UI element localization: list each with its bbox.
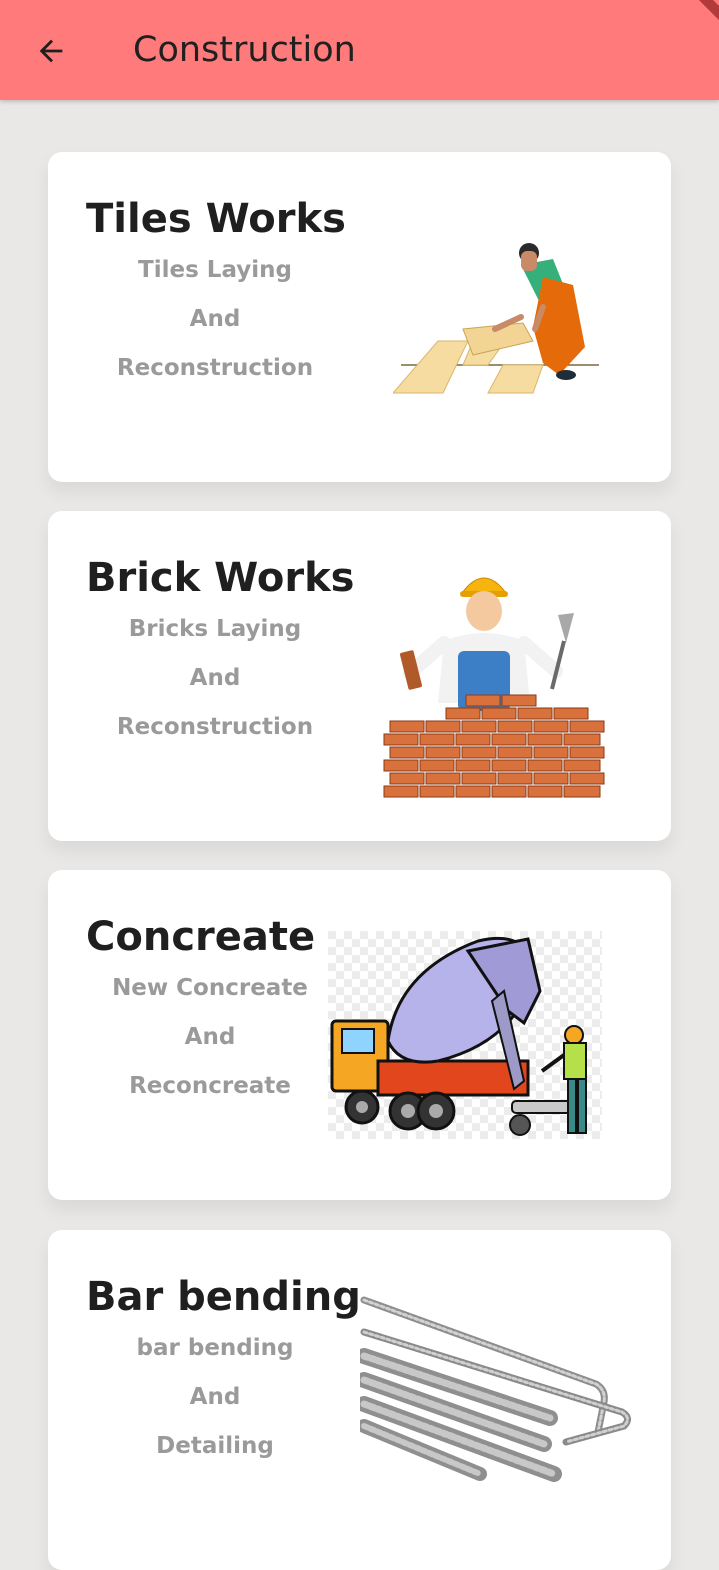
card-tiles-works[interactable]: Tiles Works Tiles Laying And Reconstruct… [48, 152, 671, 482]
tiler-illustration [393, 243, 599, 394]
card-subtitle: And [189, 1384, 241, 1410]
card-subtitle: Tiles Laying [138, 257, 292, 283]
card-title: Brick Works [86, 555, 355, 601]
card-subtitle: And [189, 306, 241, 332]
card-subtitle: Bricks Laying [128, 616, 302, 642]
card-text: Concreate New Concreate And Reconcreate [70, 910, 350, 1111]
card-subtitle: Reconstruction [116, 714, 314, 740]
card-title: Concreate [86, 914, 316, 960]
rebar-bars-illustration [360, 1296, 631, 1482]
card-bar-bending[interactable]: Bar bending bar bending And Detailing [48, 1230, 671, 1570]
card-title: Bar bending [86, 1274, 361, 1320]
card-subtitle: And [184, 1024, 236, 1050]
card-subtitle: bar bending [136, 1335, 294, 1361]
card-subtitle: Detailing [156, 1433, 274, 1459]
card-brick-works[interactable]: Brick Works Bricks Laying And Reconstruc… [48, 511, 671, 841]
card-subtitle: Reconcreate [129, 1073, 291, 1099]
card-subtitle: And [189, 665, 241, 691]
card-text: Brick Works Bricks Laying And Reconstruc… [70, 551, 360, 752]
page-title: Construction [133, 30, 356, 70]
card-text: Bar bending bar bending And Detailing [70, 1270, 361, 1471]
card-text: Tiles Works Tiles Laying And Reconstruct… [70, 192, 360, 393]
card-concreate[interactable]: Concreate New Concreate And Reconcreate [48, 870, 671, 1200]
arrow-left-icon [39, 39, 63, 63]
card-title: Tiles Works [86, 196, 346, 242]
card-subtitle: Reconstruction [116, 355, 314, 381]
app-bar: Construction [0, 0, 719, 100]
debug-banner [679, 0, 719, 40]
card-subtitle: New Concreate [112, 975, 308, 1001]
bricklayer-illustration [383, 577, 605, 798]
concrete-mixer-illustration [328, 931, 602, 1139]
back-button[interactable] [28, 28, 74, 74]
